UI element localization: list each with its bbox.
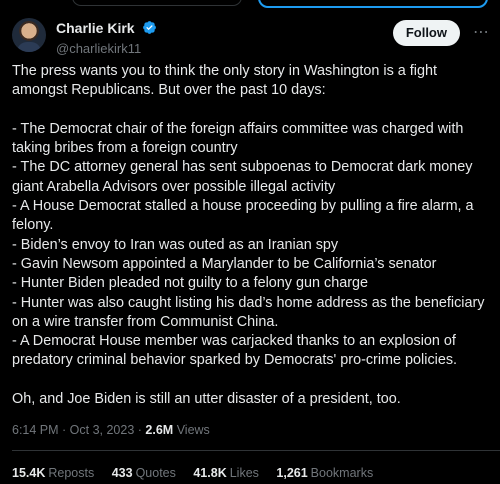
reposts-label: Reposts (48, 466, 95, 480)
tweet-line: - The DC attorney general has sent subpo… (12, 159, 473, 195)
divider (12, 450, 500, 451)
top-input-edge[interactable] (72, 0, 242, 6)
tweet-line: The press wants you to think the only st… (12, 63, 438, 99)
handle[interactable]: @charliekirk11 (56, 41, 157, 56)
tweet-line: - A House Democrat stalled a house proce… (12, 198, 474, 234)
meta-separator: · (134, 423, 146, 437)
tweet-line: - Hunter was also caught listing his dad… (12, 294, 485, 330)
author-block: Charlie Kirk @charliekirk11 (56, 20, 157, 56)
quotes-label: Quotes (135, 466, 176, 480)
views-label: Views (176, 423, 210, 437)
likes-count: 41.8K (193, 466, 227, 480)
reposts-stat[interactable]: 15.4K Reposts (12, 466, 94, 480)
tweet-meta: 6:14 PM · Oct 3, 2023 · 2.6M Views (12, 423, 210, 437)
tweet-line: - Hunter Biden pleaded not guilty to a f… (12, 275, 369, 292)
bookmarks-label: Bookmarks (310, 466, 374, 480)
likes-stat[interactable]: 41.8K Likes (193, 466, 259, 480)
bookmarks-count: 1,261 (276, 466, 308, 480)
engagement-stats: 15.4K Reposts 433 Quotes 41.8K Likes 1,261 B… (12, 466, 387, 480)
quotes-stat[interactable]: 433 Quotes (112, 466, 176, 480)
timestamp[interactable]: 6:14 PM · Oct 3, 2023 (12, 423, 134, 437)
more-options-icon[interactable]: ⋯ (472, 24, 490, 42)
tweet-line: Oh, and Joe Biden is still an utter disa… (12, 391, 401, 408)
tweet-text: The press wants you to think the only st… (12, 62, 492, 409)
avatar[interactable] (12, 18, 46, 52)
verified-badge-icon (143, 21, 156, 34)
top-focused-input-edge[interactable] (258, 0, 488, 8)
display-name[interactable]: Charlie Kirk (56, 20, 135, 36)
tweet-line: - The Democrat chair of the foreign affa… (12, 120, 464, 157)
likes-label: Likes (229, 466, 259, 480)
follow-button[interactable]: Follow (392, 20, 460, 46)
quotes-count: 433 (111, 466, 133, 480)
views-count[interactable]: 2.6M (145, 423, 173, 437)
tweet-line: - Gavin Newsom appointed a Marylander to… (12, 255, 437, 272)
top-strip (0, 0, 500, 8)
tweet-line: - A Democrat House member was carjacked … (12, 333, 458, 369)
bookmarks-stat[interactable]: 1,261 Bookmarks (276, 466, 373, 480)
tweet-header: Charlie Kirk @charliekirk11 Follow ⋯ (12, 14, 490, 56)
tweet-line: - Biden’s envoy to Iran was outed as an … (12, 236, 339, 253)
reposts-count: 15.4K (12, 466, 46, 480)
